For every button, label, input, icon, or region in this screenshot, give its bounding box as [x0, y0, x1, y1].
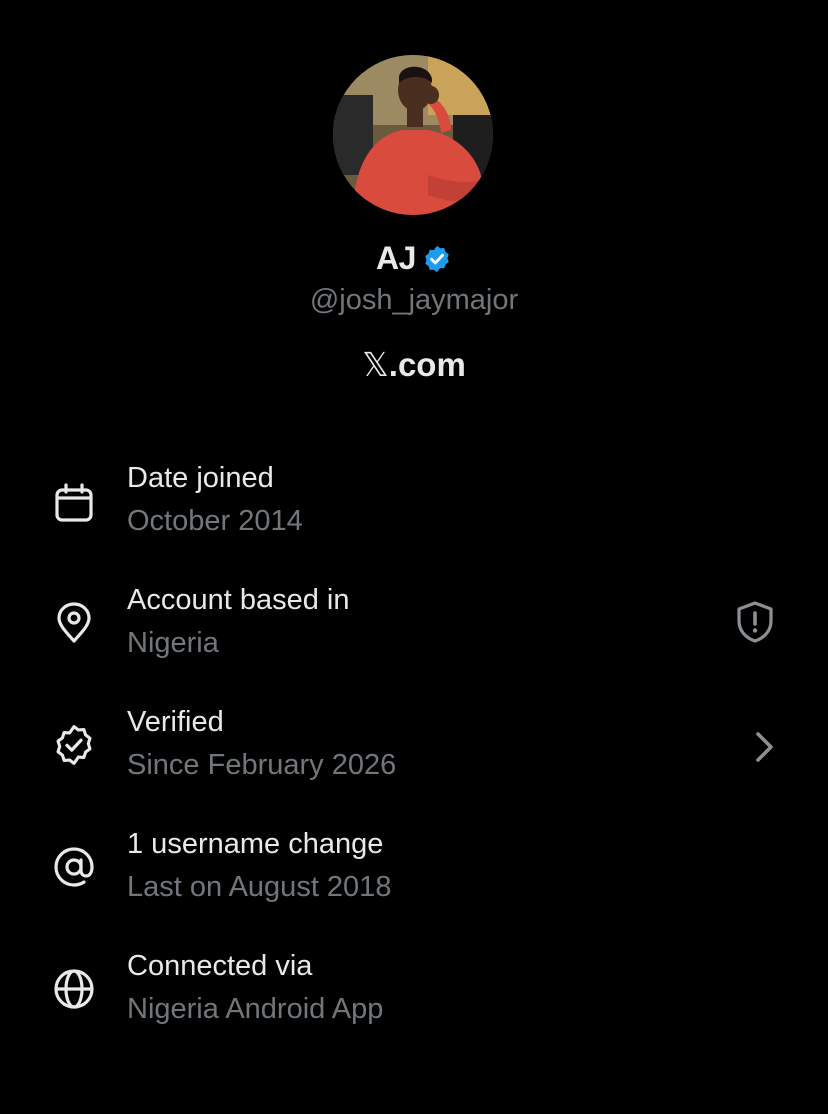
- avatar[interactable]: [333, 55, 493, 215]
- name-row: AJ: [0, 240, 828, 277]
- row-subtitle: Nigeria: [127, 627, 219, 659]
- row-title: Date joined: [127, 462, 274, 494]
- verified-badge-icon[interactable]: [422, 244, 452, 274]
- chevron-right-icon[interactable]: [752, 730, 776, 764]
- display-name: AJ: [376, 240, 416, 276]
- row-title: Account based in: [127, 584, 350, 616]
- info-row-username-change: 1 username change Last on August 2018: [0, 828, 828, 928]
- info-row-date-joined: Date joined October 2014: [0, 462, 828, 562]
- calendar-icon: [52, 482, 96, 526]
- x-logo-icon: 𝕏: [362, 345, 389, 384]
- info-row-account-based-in[interactable]: Account based in Nigeria: [0, 584, 828, 684]
- row-subtitle: Nigeria Android App: [127, 993, 384, 1025]
- row-title: Connected via: [127, 950, 313, 982]
- at-sign-icon: [52, 845, 96, 889]
- row-title: Verified: [127, 706, 224, 738]
- row-title: 1 username change: [127, 828, 384, 860]
- row-subtitle: Last on August 2018: [127, 871, 392, 903]
- verified-outline-icon: [52, 723, 96, 767]
- info-row-connected-via: Connected via Nigeria Android App: [0, 950, 828, 1050]
- row-subtitle: October 2014: [127, 505, 303, 537]
- row-subtitle: Since February 2026: [127, 749, 397, 781]
- location-pin-icon: [52, 601, 96, 645]
- globe-icon: [52, 967, 96, 1011]
- avatar-photo: [333, 55, 493, 215]
- info-row-verified[interactable]: Verified Since February 2026: [0, 706, 828, 806]
- username-handle: @josh_jaymajor: [309, 284, 519, 316]
- shield-alert-icon[interactable]: [734, 600, 776, 644]
- site-label: 𝕏 .com: [0, 348, 828, 381]
- site-domain-text: .com: [388, 346, 466, 383]
